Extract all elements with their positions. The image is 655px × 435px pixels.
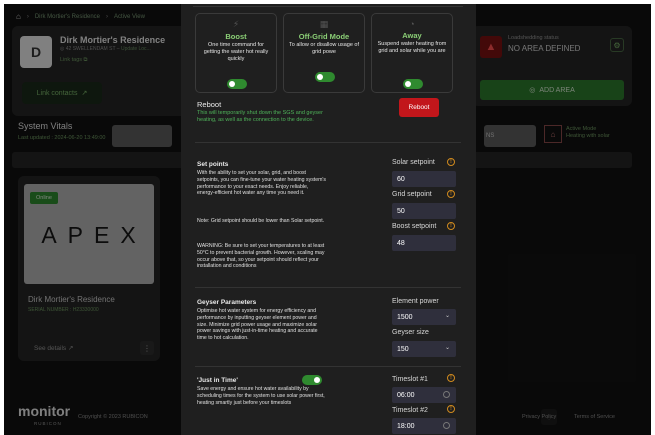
- clock-icon: [443, 391, 450, 398]
- reboot-desc: This will temporarily shut down the SGS …: [197, 110, 323, 123]
- grid-setpoint-input[interactable]: 50: [392, 203, 456, 219]
- info-icon[interactable]: !: [447, 405, 455, 413]
- mode-desc: Suspend water heating from grid and sola…: [377, 41, 447, 54]
- boost-setpoint-label: Boost setpoint: [392, 223, 437, 230]
- grid-icon: ▦: [319, 19, 329, 29]
- element-power-select[interactable]: 1500 ⌄: [392, 309, 456, 325]
- geyser-size-label: Geyser size: [392, 329, 429, 336]
- geyser-desc: Optimise hot water system for energy eff…: [197, 308, 318, 342]
- info-icon[interactable]: !: [447, 190, 455, 198]
- reboot-title: Reboot: [197, 100, 222, 109]
- clock-icon: [443, 422, 450, 429]
- app-frame: ⌂ › Dirk Mortier's Residence › Active Vi…: [4, 4, 651, 435]
- toggle-knob: [314, 377, 320, 383]
- timeslot-1-value: 06:00: [397, 391, 415, 399]
- mode-title: Boost: [225, 32, 247, 41]
- geyser-size-value: 150: [397, 345, 409, 353]
- solar-setpoint-label: Solar setpoint: [392, 159, 435, 166]
- jit-toggle[interactable]: [302, 375, 322, 385]
- setpoints-title: Set points: [197, 161, 229, 168]
- setpoints-desc: With the ability to set your solar, grid…: [197, 170, 327, 197]
- settings-modal: ⚡ Boost One time command for getting the…: [181, 4, 476, 435]
- off-grid-toggle[interactable]: [315, 72, 335, 82]
- divider: [195, 142, 461, 143]
- toggle-knob: [229, 81, 235, 87]
- divider: [195, 366, 461, 367]
- jit-title: 'Just in Time': [197, 377, 238, 384]
- timeslot-2-value: 18:00: [397, 422, 415, 430]
- info-icon[interactable]: !: [447, 222, 455, 230]
- jit-desc: Save energy and ensure hot water availab…: [197, 386, 325, 406]
- boost-toggle[interactable]: [227, 79, 247, 89]
- lightning-icon: ⚡: [232, 19, 240, 29]
- solar-setpoint-input[interactable]: 60: [392, 171, 456, 187]
- chevron-down-icon: ⌄: [444, 345, 450, 351]
- away-toggle[interactable]: [403, 79, 423, 89]
- grid-setpoint-label: Grid setpoint: [392, 191, 432, 198]
- geyser-size-select[interactable]: 150 ⌄: [392, 341, 456, 357]
- toggle-knob: [405, 81, 411, 87]
- timeslot-1-input[interactable]: 06:00: [392, 387, 456, 403]
- reboot-button[interactable]: Reboot: [399, 98, 439, 117]
- mode-desc: To allow or disallow usage of grid powe: [288, 42, 359, 55]
- geyser-title: Geyser Parameters: [197, 299, 257, 306]
- mode-desc: One time command for getting the water h…: [203, 42, 269, 62]
- timeslot-1-label: Timeslot #1: [392, 376, 428, 383]
- divider: [195, 287, 461, 288]
- info-icon[interactable]: !: [447, 158, 455, 166]
- mode-title: Away: [402, 31, 422, 40]
- mode-title: Off-Grid Mode: [298, 32, 350, 41]
- clock-icon: ◔: [409, 19, 415, 29]
- timeslot-2-label: Timeslot #2: [392, 407, 428, 414]
- toggle-knob: [317, 74, 323, 80]
- element-power-label: Element power: [392, 298, 439, 305]
- chevron-down-icon: ⌄: [444, 313, 450, 319]
- boost-setpoint-input[interactable]: 48: [392, 235, 456, 251]
- info-icon[interactable]: !: [447, 374, 455, 382]
- setpoints-warning: WARNING: Be sure to set your temperature…: [197, 243, 325, 270]
- setpoints-note: Note: Grid setpoint should be lower than…: [197, 218, 325, 224]
- divider: [193, 6, 463, 7]
- element-power-value: 1500: [397, 313, 413, 321]
- timeslot-2-input[interactable]: 18:00: [392, 418, 456, 434]
